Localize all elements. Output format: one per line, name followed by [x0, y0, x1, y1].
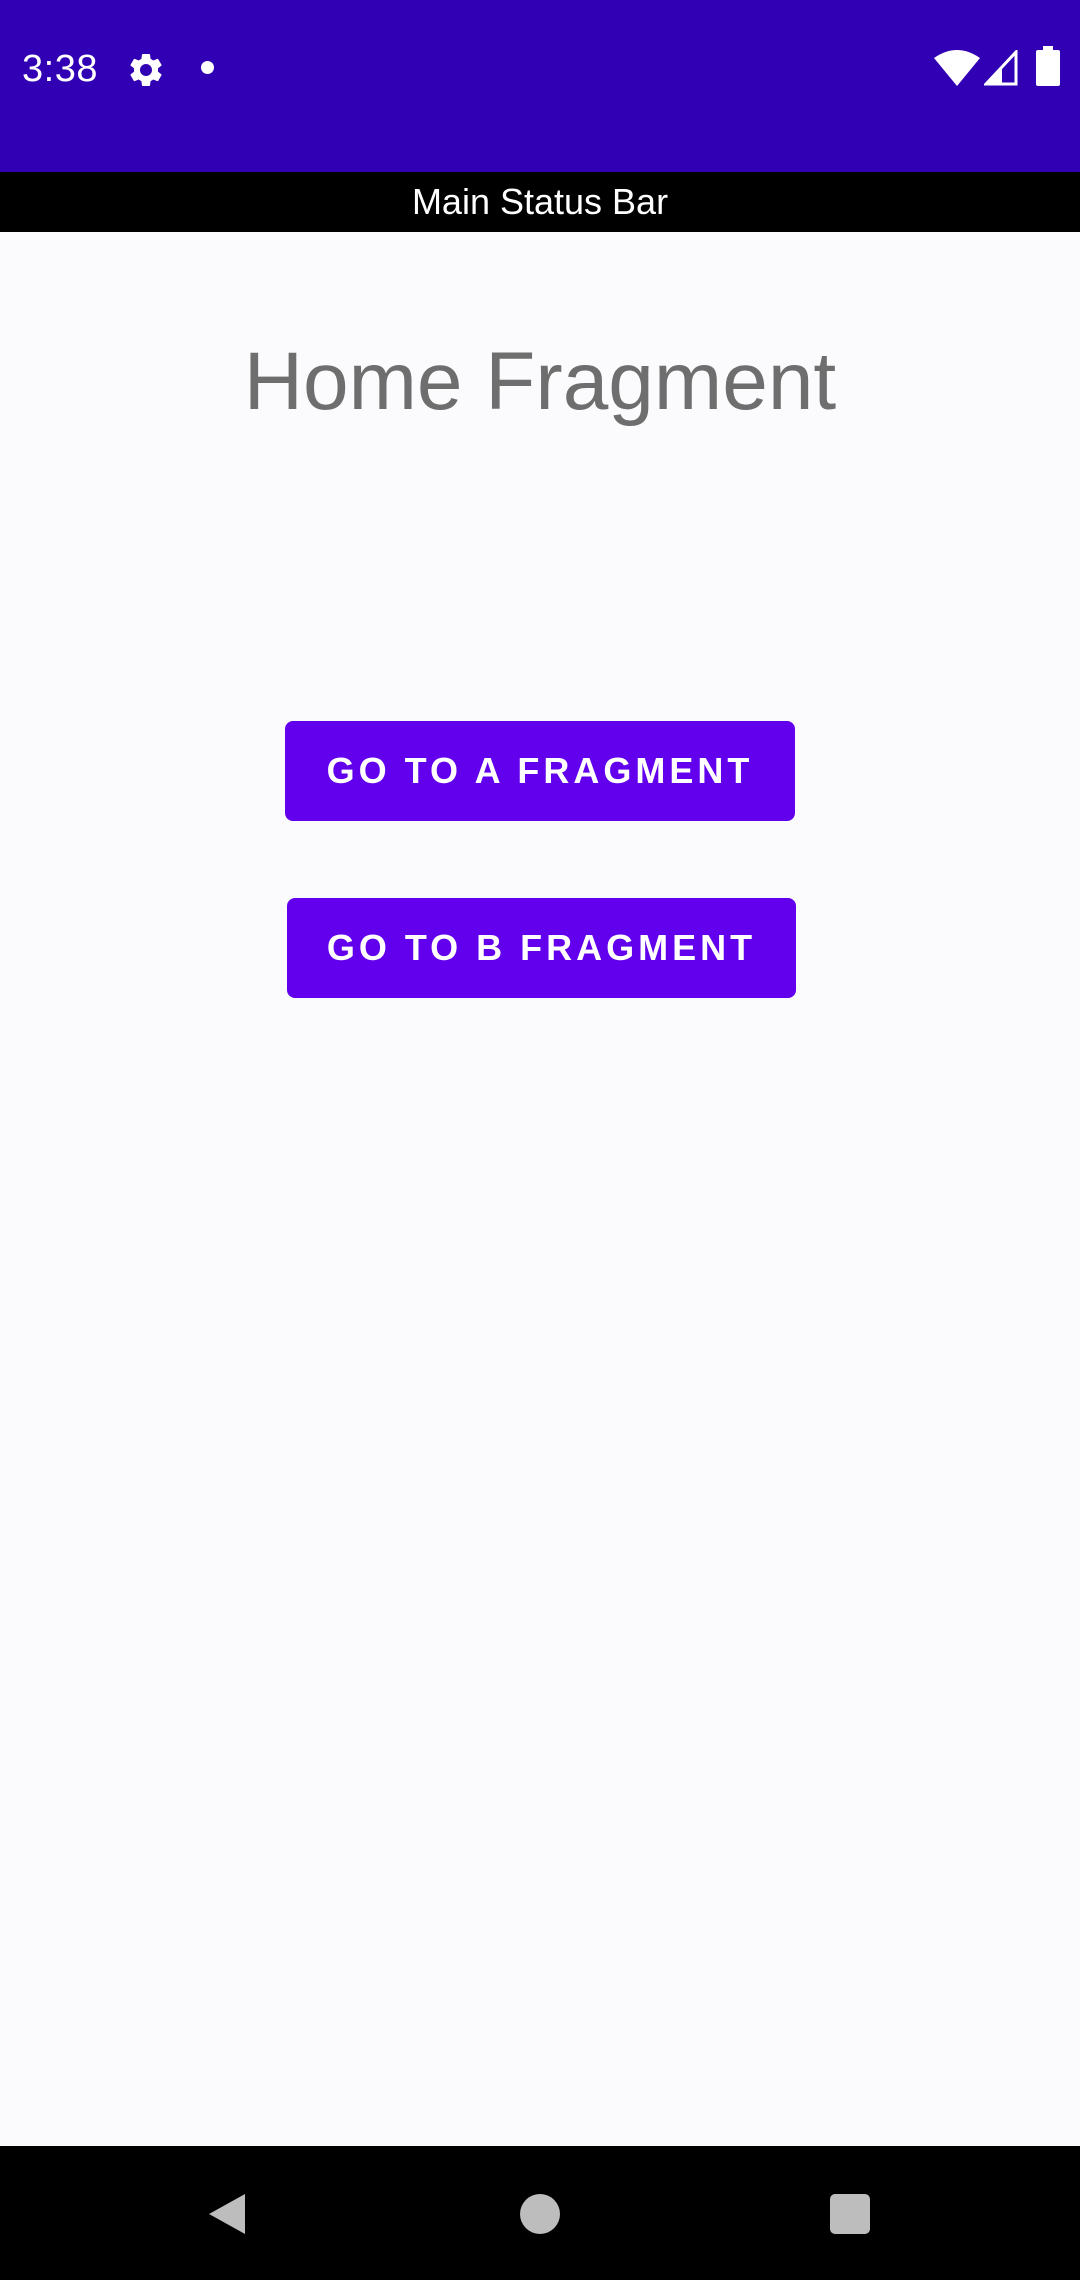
notification-dot-icon — [201, 61, 214, 74]
main-status-bar: Main Status Bar — [0, 172, 1080, 232]
navigation-bar — [0, 2146, 1080, 2280]
back-icon[interactable] — [205, 2192, 247, 2236]
home-icon[interactable] — [520, 2194, 560, 2234]
battery-icon — [1036, 46, 1060, 86]
go-to-a-fragment-button[interactable]: GO TO A FRAGMENT — [285, 721, 795, 821]
go-to-b-fragment-button[interactable]: GO TO B FRAGMENT — [287, 898, 796, 998]
app-screen: 3:38 Main Status Bar Home Fragment GO TO… — [0, 0, 1080, 2280]
gear-icon — [130, 53, 162, 86]
wifi-icon — [934, 50, 980, 86]
cell-signal-icon — [984, 50, 1018, 86]
status-time: 3:38 — [22, 48, 98, 90]
home-fragment: Home Fragment GO TO A FRAGMENT GO TO B F… — [0, 232, 1080, 2146]
recents-icon[interactable] — [830, 2194, 870, 2234]
system-status-bar: 3:38 — [0, 0, 1080, 172]
page-title: Home Fragment — [243, 336, 837, 427]
